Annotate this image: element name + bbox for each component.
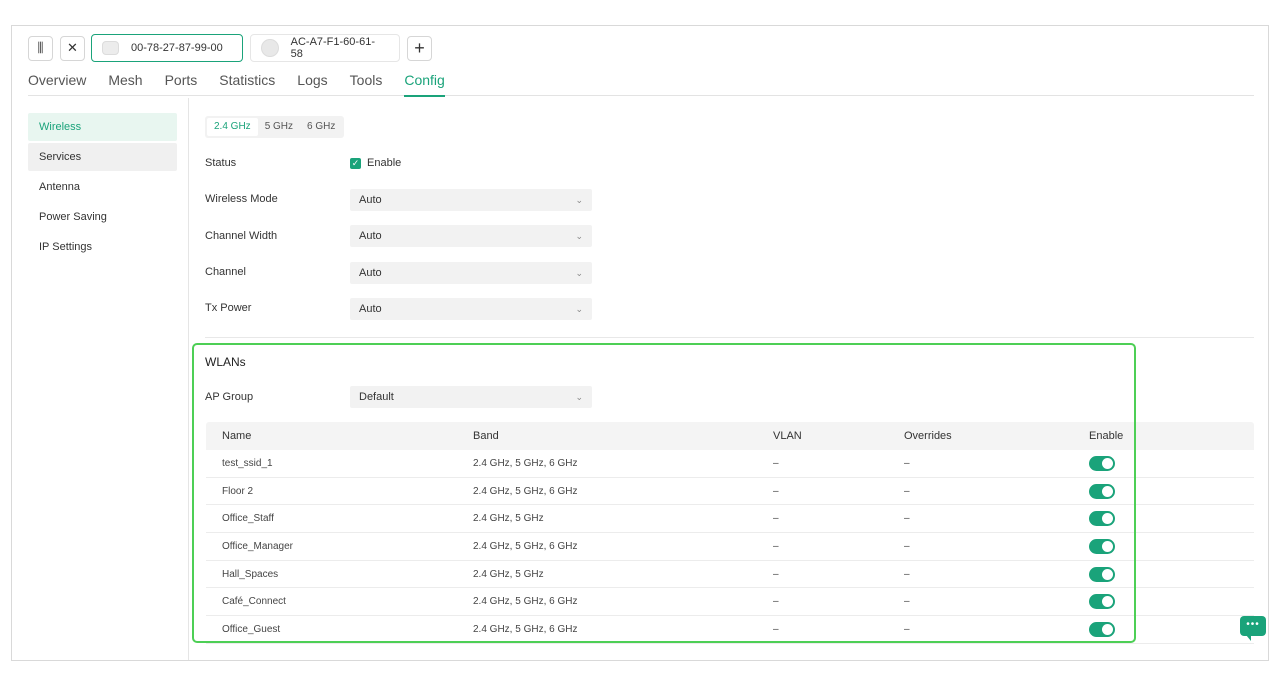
wireless-mode-select[interactable]: Auto ⌄	[350, 189, 592, 211]
enable-label: Enable	[367, 157, 402, 169]
device-tab-label: 00-78-27-87-99-00	[131, 42, 223, 54]
channel-width-select[interactable]: Auto ⌄	[350, 225, 592, 247]
sidebar-item-antenna[interactable]: Antenna	[28, 173, 177, 201]
access-point-icon	[261, 39, 279, 57]
channel-width-label: Channel Width	[205, 230, 278, 242]
tab-overview[interactable]: Overview	[28, 70, 86, 96]
tab-logs[interactable]: Logs	[297, 70, 327, 96]
chevron-down-icon: ⌄	[575, 231, 583, 241]
select-value: Auto	[359, 194, 382, 206]
tab-tools[interactable]: Tools	[350, 70, 383, 96]
sidebar-item-power-saving[interactable]: Power Saving	[28, 203, 177, 231]
select-value: Auto	[359, 267, 382, 279]
sidebar-item-services[interactable]: Services	[28, 143, 177, 171]
select-value: Auto	[359, 230, 382, 242]
chat-bubble-icon[interactable]: •••	[1240, 616, 1266, 641]
tx-power-label: Tx Power	[205, 302, 252, 314]
wlans-highlight-box	[192, 343, 1136, 643]
chevron-down-icon: ⌄	[575, 195, 583, 205]
sidebar-divider	[188, 98, 189, 660]
close-icon[interactable]: ✕	[60, 35, 85, 61]
enable-checkbox[interactable]: ✓ Enable	[350, 157, 401, 169]
tab-config[interactable]: Config	[404, 70, 446, 97]
device-tab-label: AC-A7-F1-60-61-58	[290, 36, 375, 60]
access-point-icon	[102, 41, 119, 55]
tab-statistics[interactable]: Statistics	[219, 70, 275, 96]
wireless-mode-label: Wireless Mode	[205, 193, 278, 205]
config-sidebar: Wireless Services Antenna Power Saving I…	[28, 113, 177, 263]
chevron-down-icon: ⌄	[575, 304, 583, 314]
section-divider	[205, 337, 1254, 338]
tx-power-select[interactable]: Auto ⌄	[350, 298, 592, 320]
channel-select[interactable]: Auto ⌄	[350, 262, 592, 284]
band-tab-5ghz[interactable]: 5 GHz	[258, 118, 300, 136]
checkmark-icon: ✓	[350, 157, 361, 169]
device-tab-active[interactable]: 00-78-27-87-99-00	[91, 34, 243, 62]
plus-icon[interactable]: +	[407, 35, 432, 61]
band-selector: 2.4 GHz 5 GHz 6 GHz	[205, 116, 345, 138]
tab-mesh[interactable]: Mesh	[108, 70, 142, 96]
channel-label: Channel	[205, 266, 246, 278]
device-topbar: ⫼ ✕ 00-78-27-87-99-00 AC-A7-F1-60-61-58 …	[28, 34, 432, 62]
band-tab-6ghz[interactable]: 6 GHz	[300, 118, 342, 136]
sidebar-item-ip-settings[interactable]: IP Settings	[28, 233, 177, 261]
status-label: Status	[205, 157, 237, 169]
main-tabs: Overview Mesh Ports Statistics Logs Tool…	[28, 70, 1254, 97]
band-tab-2-4ghz[interactable]: 2.4 GHz	[207, 118, 258, 136]
tab-ports[interactable]: Ports	[165, 70, 198, 96]
select-value: Auto	[359, 303, 382, 315]
collapse-sidebar-icon[interactable]: ⫼	[28, 35, 53, 61]
chevron-down-icon: ⌄	[575, 268, 583, 278]
device-tab[interactable]: AC-A7-F1-60-61-58	[250, 34, 400, 62]
sidebar-item-wireless[interactable]: Wireless	[28, 113, 177, 141]
